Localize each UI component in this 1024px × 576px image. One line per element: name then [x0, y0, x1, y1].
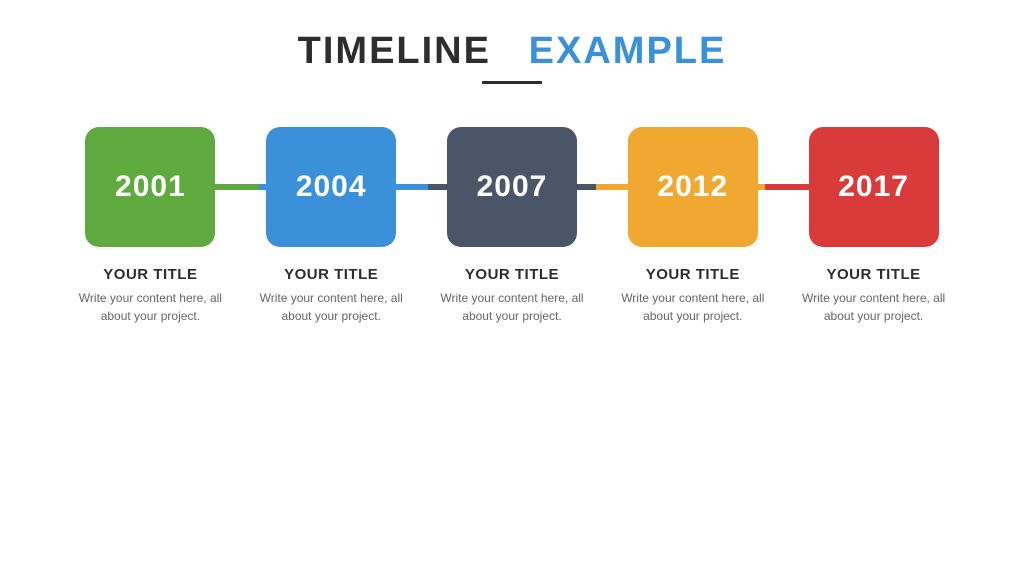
year-label-4: 2012: [657, 170, 728, 204]
year-label-1: 2001: [115, 170, 186, 204]
label-title-2: YOUR TITLE: [256, 266, 406, 283]
title-blue: EXAMPLE: [529, 30, 727, 72]
year-label-2: 2004: [296, 170, 367, 204]
timeline-item-2: 2004: [266, 127, 396, 247]
year-label-3: 2007: [477, 170, 548, 204]
timeline-label-5: YOUR TITLE Write your content here, all …: [799, 266, 949, 325]
timeline-item-1: 2001: [85, 127, 215, 247]
label-body-2: Write your content here, all about your …: [256, 289, 406, 325]
timeline-line-container: 2001 2004 2007 2012 2017: [40, 122, 984, 252]
timeline-label-1: YOUR TITLE Write your content here, all …: [75, 266, 225, 325]
header-divider: [482, 81, 542, 84]
label-title-4: YOUR TITLE: [618, 266, 768, 283]
label-title-3: YOUR TITLE: [437, 266, 587, 283]
timeline-label-3: YOUR TITLE Write your content here, all …: [437, 266, 587, 325]
label-body-4: Write your content here, all about your …: [618, 289, 768, 325]
timeline-item-4: 2012: [628, 127, 758, 247]
timeline-boxes: 2001 2004 2007 2012 2017: [40, 122, 984, 252]
year-label-5: 2017: [838, 170, 909, 204]
label-body-1: Write your content here, all about your …: [75, 289, 225, 325]
header: TIMELINE EXAMPLE: [298, 30, 727, 84]
timeline-item-5: 2017: [809, 127, 939, 247]
title-dark: TIMELINE: [298, 30, 491, 72]
label-title-5: YOUR TITLE: [799, 266, 949, 283]
timeline-item-3: 2007: [447, 127, 577, 247]
label-body-5: Write your content here, all about your …: [799, 289, 949, 325]
page-wrapper: TIMELINE EXAMPLE 2001 20: [0, 0, 1024, 576]
timeline-section: 2001 2004 2007 2012 2017 YOUR TITLE: [40, 122, 984, 325]
timeline-label-4: YOUR TITLE Write your content here, all …: [618, 266, 768, 325]
label-title-1: YOUR TITLE: [75, 266, 225, 283]
page-title: TIMELINE EXAMPLE: [298, 30, 727, 73]
label-body-3: Write your content here, all about your …: [437, 289, 587, 325]
timeline-labels: YOUR TITLE Write your content here, all …: [40, 266, 984, 325]
timeline-label-2: YOUR TITLE Write your content here, all …: [256, 266, 406, 325]
